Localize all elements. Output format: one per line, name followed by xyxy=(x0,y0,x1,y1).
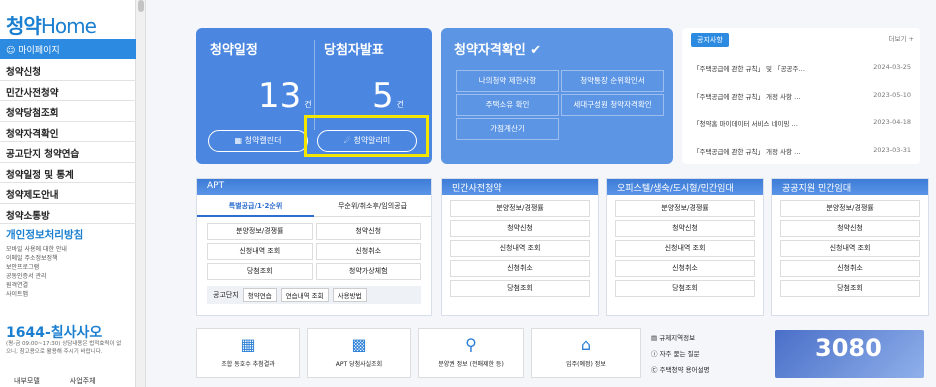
notice-row[interactable]: 「주택공급에 관한 규칙」 개정 사항 … 2023-05-10 xyxy=(693,87,911,115)
privacy-link[interactable]: 모바일 사용에 대한 안내 xyxy=(6,245,132,254)
bottom-link[interactable]: 사업주체 xyxy=(70,376,96,386)
notice-row[interactable]: 「주택공급에 관한 규칙」 개정 사항 … 2023-03-31 xyxy=(693,142,911,170)
panel-link[interactable]: 신청내역 조회 xyxy=(450,240,590,257)
apt-link[interactable]: 분양정보/경쟁률 xyxy=(207,223,313,240)
privacy-link[interactable]: 사이트맵 xyxy=(6,290,132,299)
practice-history-button[interactable]: 연습내역 조회 xyxy=(280,288,329,302)
privacy-link[interactable]: 이메일 주소정보정책 xyxy=(6,254,132,263)
quick-link-lottery[interactable]: ▦ 조합 동호수 추첨결과 xyxy=(196,328,300,378)
notice-panel: 공지사항 더보기 + 「주택공급에 관한 규칙」 및 「공공주… 2024-03-… xyxy=(682,28,920,164)
calendar-button[interactable]: ▦ 청약캘린더 xyxy=(208,130,308,152)
howto-button[interactable]: 사용방법 xyxy=(332,288,367,302)
eligibility-item[interactable]: 나의청약 제한사항 xyxy=(456,70,559,92)
promo-banner[interactable]: 3080 xyxy=(775,330,924,378)
notice-tag: 공지사항 xyxy=(691,33,729,47)
panel-link[interactable]: 신청취소 xyxy=(450,260,590,277)
box-icon: ▦ xyxy=(240,335,256,354)
sidebar: 청약Home ☺ 마이페이지 청약신청 민간사전청약 청약당첨조회 청약자격확인… xyxy=(0,0,136,387)
panel-link[interactable]: 신청내역 조회 xyxy=(615,240,755,257)
eligibility-item[interactable]: 가점계산기 xyxy=(456,118,559,140)
quick-link-apt[interactable]: ▩ APT 당첨사실조회 xyxy=(307,328,411,378)
panel-title: 공공지원 민간임대 xyxy=(772,179,928,195)
apt-link[interactable]: 청약가상체험 xyxy=(315,263,421,280)
notice-row[interactable]: 「청약홈 마이데이터 서비스 네이밍 … 2023-04-18 xyxy=(693,114,911,142)
privacy-title[interactable]: 개인정보처리방침 xyxy=(6,227,132,242)
apt-title: APT xyxy=(197,179,431,195)
regulation-link[interactable]: ▤ 규제지역정보 xyxy=(651,330,709,346)
panel-link[interactable]: 신청취소 xyxy=(780,260,920,277)
mypage-button[interactable]: ☺ 마이페이지 xyxy=(0,39,136,59)
schedule-count: 13 건 xyxy=(258,76,312,116)
panel-link[interactable]: 신청내역 조회 xyxy=(780,240,920,257)
logo[interactable]: 청약Home xyxy=(6,10,97,39)
house-icon: ⌂ xyxy=(580,335,592,354)
sidebar-item[interactable]: 청약신청 xyxy=(0,60,136,81)
privacy-link[interactable]: 원격연결 xyxy=(6,281,132,290)
building-icon: ▩ xyxy=(351,335,367,354)
public-rental-panel: 공공지원 민간임대 분양정보/경쟁률 청약신청 신청내역 조회 신청취소 당첨조… xyxy=(771,178,929,316)
panel-title: 오피스텔/생숙/도시형/민간임대 xyxy=(607,179,763,195)
glossary-link[interactable]: Ⓒ 주택청약 용어설명 xyxy=(651,362,709,378)
schedule-title[interactable]: 청약일정 xyxy=(210,39,258,58)
eligibility-item[interactable]: 청약통장 순위확인서 xyxy=(561,70,664,92)
right-links: ▤ 규제지역정보 ⓘ 자주 묻는 질문 Ⓒ 주택청약 용어설명 xyxy=(651,330,709,378)
apt-panel: APT 특별공급/1·2순위 무순위/취소후/임의공급 분양정보/경쟁률 청약신… xyxy=(196,178,432,316)
quick-link-movein[interactable]: ⌂ 입주(예정) 정보 xyxy=(531,328,641,378)
eligibility-item[interactable]: 주택소유 확인 xyxy=(456,94,559,116)
faq-link[interactable]: ⓘ 자주 묻는 질문 xyxy=(651,346,709,362)
eligibility-item[interactable]: 세대구성원 청약자격확인 xyxy=(561,94,664,116)
bottom-link[interactable]: 내부모델 xyxy=(14,376,40,386)
sidebar-item[interactable]: 청약일정 및 통계 xyxy=(0,163,136,183)
sidebar-item[interactable]: 청약당첨조회 xyxy=(0,101,136,122)
privacy-link[interactable]: 보안프로그램 xyxy=(6,263,132,272)
winner-title[interactable]: 당첨자발표 xyxy=(324,39,384,58)
panel-link[interactable]: 청약신청 xyxy=(450,220,590,237)
eligibility-title: 청약자격확인 ✔ xyxy=(454,43,542,58)
privacy-section: 개인정보처리방침 모바일 사용에 대한 안내 이메일 주소정보정책 보안프로그램… xyxy=(6,227,132,299)
sidebar-menu: 청약신청 민간사전청약 청약당첨조회 청약자격확인 공고단지 청약연습 청약일정… xyxy=(0,60,136,224)
panel-link[interactable]: 분양정보/경쟁률 xyxy=(450,200,590,217)
eligibility-card: 청약자격확인 ✔ 나의청약 제한사항 청약통장 순위확인서 주택소유 확인 세대… xyxy=(441,28,673,164)
search-icon: ⚲ xyxy=(465,335,477,354)
apt-link[interactable]: 청약신청 xyxy=(315,223,421,240)
panel-link[interactable]: 신청취소 xyxy=(615,260,755,277)
tab-special[interactable]: 특별공급/1·2순위 xyxy=(197,195,314,217)
panel-link[interactable]: 분양정보/경쟁률 xyxy=(615,200,755,217)
quick-link-resale[interactable]: ⚲ 분양권 정보 (전매제한 등) xyxy=(418,328,524,378)
privacy-link[interactable]: 공동인증서 관리 xyxy=(6,272,132,281)
officetel-panel: 오피스텔/생숙/도시형/민간임대 분양정보/경쟁률 청약신청 신청내역 조회 신… xyxy=(606,178,764,316)
notice-more-link[interactable]: 더보기 + xyxy=(889,33,914,43)
sidebar-item[interactable]: 청약소통방 xyxy=(0,204,136,224)
phone-description: (평-금 09:00~17:30) 상담내용은 법적효력이 없으니, 참고용으로… xyxy=(6,341,122,355)
sidebar-item[interactable]: 청약자격확인 xyxy=(0,122,136,142)
panel-link[interactable]: 청약신청 xyxy=(615,220,755,237)
scrollbar[interactable] xyxy=(136,0,146,387)
practice-button[interactable]: 청약연습 xyxy=(242,288,277,302)
apt-link[interactable]: 신청취소 xyxy=(315,243,421,260)
panel-link[interactable]: 당첨조회 xyxy=(615,280,755,297)
notice-row[interactable]: 「주택공급에 관한 규칙」 및 「공공주… 2024-03-25 xyxy=(693,59,911,87)
sidebar-item[interactable]: 청약제도안내 xyxy=(0,183,136,204)
panel-link[interactable]: 당첨조회 xyxy=(780,280,920,297)
pre-subscription-panel: 민간사전청약 분양정보/경쟁률 청약신청 신청내역 조회 신청취소 당첨조회 xyxy=(441,178,599,316)
highlight-box xyxy=(304,115,429,157)
bar-label: 공고단지 xyxy=(213,291,239,299)
tab-unranked[interactable]: 무순위/취소후/임의공급 xyxy=(314,195,431,217)
panel-link[interactable]: 당첨조회 xyxy=(450,280,590,297)
apt-link[interactable]: 신청내역 조회 xyxy=(207,243,313,260)
sidebar-item[interactable]: 공고단지 청약연습 xyxy=(0,142,136,163)
apt-link[interactable]: 당첨조회 xyxy=(207,263,313,280)
panel-link[interactable]: 청약신청 xyxy=(780,220,920,237)
winner-count: 5건 xyxy=(372,76,405,116)
panel-title: 민간사전청약 xyxy=(442,179,598,195)
panel-link[interactable]: 분양정보/경쟁률 xyxy=(780,200,920,217)
sidebar-item[interactable]: 민간사전청약 xyxy=(0,81,136,101)
phone-number: 1644-칠사사오 xyxy=(6,325,103,341)
